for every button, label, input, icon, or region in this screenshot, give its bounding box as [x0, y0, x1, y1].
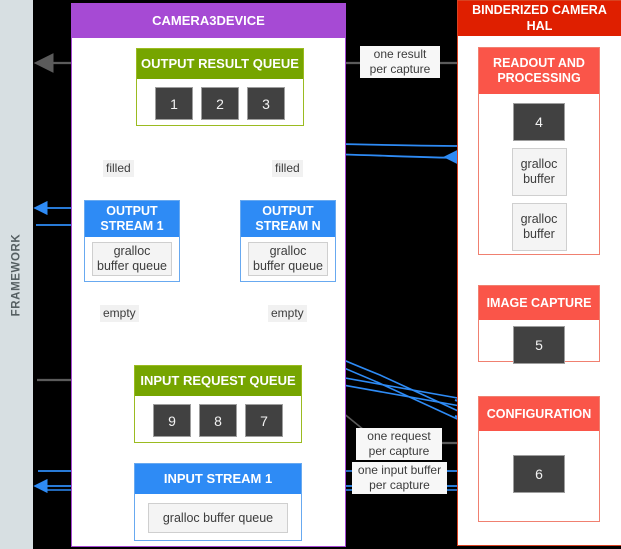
output-result-queue-title: OUTPUT RESULT QUEUE [137, 49, 303, 79]
filled-label-streamn: filled [272, 160, 303, 177]
hal-title-line1: BINDERIZED CAMERA [472, 2, 607, 17]
hal-title-line2: HAL [526, 18, 553, 33]
gralloc-buffer[interactable]: gralloc buffer [511, 148, 567, 196]
image-capture-title: IMAGE CAPTURE [479, 286, 599, 320]
configuration-body: 6 [479, 431, 599, 517]
output-stream-1-body: gralloc buffer queue [85, 237, 179, 281]
output-stream-n-title: OUTPUT STREAM N [241, 201, 335, 237]
empty-label-streamn: empty [268, 305, 307, 322]
input-request-queue-title: INPUT REQUEST QUEUE [135, 366, 301, 396]
queue-chip[interactable]: 3 [247, 87, 285, 120]
framework-label-text: FRAMEWORK [10, 233, 23, 316]
queue-chip[interactable]: 1 [155, 87, 193, 120]
configuration-title: CONFIGURATION [479, 397, 599, 431]
readout-title-line1: READOUT AND [493, 56, 585, 70]
image-capture-chip[interactable]: 5 [513, 326, 565, 364]
gralloc-line1: gralloc [113, 244, 151, 258]
image-capture-body: 5 [479, 320, 599, 370]
gralloc-buffer-queue[interactable]: gralloc buffer queue [92, 242, 172, 276]
output-result-queue-chips: 1 2 3 [137, 79, 303, 128]
readout-title-line2: PROCESSING [497, 71, 581, 85]
camera3device-title: CAMERA3DEVICE [72, 4, 345, 38]
annotation-line2: per capture [369, 478, 430, 492]
gralloc-line2: buffer queue [253, 259, 323, 273]
image-capture[interactable]: IMAGE CAPTURE 5 [478, 285, 600, 364]
gralloc-line2: buffer queue [97, 259, 167, 273]
output-stream-1[interactable]: OUTPUT STREAM 1 gralloc buffer queue [84, 200, 180, 282]
annotation-line1: one request [367, 429, 431, 443]
output-stream-n-title-line1: OUTPUT [262, 204, 314, 218]
filled-label-stream1: filled [103, 160, 134, 177]
readout-body: 4 gralloc buffer gralloc buffer [479, 94, 599, 251]
queue-chip[interactable]: 8 [199, 404, 237, 437]
annotation-one-request-per-capture: one request per capture [356, 428, 442, 460]
readout-and-processing[interactable]: READOUT AND PROCESSING 4 gralloc buffer … [478, 47, 600, 255]
configuration-chip[interactable]: 6 [513, 455, 565, 493]
output-stream-n-title-line2: STREAM N [255, 219, 321, 233]
gralloc-line1: gralloc [520, 157, 558, 171]
readout-chip[interactable]: 4 [513, 103, 565, 141]
queue-chip[interactable]: 9 [153, 404, 191, 437]
output-stream-n-body: gralloc buffer queue [241, 237, 335, 281]
input-stream-1-body: gralloc buffer queue [135, 494, 301, 542]
gralloc-line1: gralloc [269, 244, 307, 258]
output-result-queue[interactable]: OUTPUT RESULT QUEUE 1 2 3 [136, 48, 304, 126]
annotation-line1: one result [373, 47, 427, 61]
readout-title: READOUT AND PROCESSING [479, 48, 599, 94]
input-request-queue[interactable]: INPUT REQUEST QUEUE 9 8 7 [134, 365, 302, 443]
input-request-queue-chips: 9 8 7 [135, 396, 301, 445]
output-stream-1-title-line1: OUTPUT [106, 204, 158, 218]
annotation-line2: per capture [369, 62, 431, 76]
gralloc-line2: buffer [523, 227, 555, 241]
gralloc-line2: buffer [523, 172, 555, 186]
queue-chip[interactable]: 7 [245, 404, 283, 437]
annotation-line1: one input buffer [357, 463, 442, 477]
framework-label: FRAMEWORK [0, 0, 33, 549]
input-stream-1-title: INPUT STREAM 1 [135, 464, 301, 494]
annotation-line2: per capture [368, 444, 430, 458]
output-stream-n[interactable]: OUTPUT STREAM N gralloc buffer queue [240, 200, 336, 282]
annotation-one-result-per-capture: one result per capture [360, 46, 440, 78]
empty-label-stream1: empty [100, 305, 139, 322]
gralloc-line1: gralloc [520, 212, 558, 226]
input-stream-1[interactable]: INPUT STREAM 1 gralloc buffer queue [134, 463, 302, 541]
output-stream-1-title-line2: STREAM 1 [100, 219, 164, 233]
gralloc-buffer[interactable]: gralloc buffer [511, 203, 567, 251]
queue-chip[interactable]: 2 [201, 87, 239, 120]
hal-title: BINDERIZED CAMERA HAL [458, 1, 621, 36]
gralloc-buffer-queue[interactable]: gralloc buffer queue [148, 503, 288, 533]
output-stream-1-title: OUTPUT STREAM 1 [85, 201, 179, 237]
gralloc-buffer-queue[interactable]: gralloc buffer queue [248, 242, 328, 276]
diagram-canvas: FRAMEWORK CAMERA3DEVICE OUTPUT RESULT QU… [0, 0, 621, 549]
configuration[interactable]: CONFIGURATION 6 [478, 396, 600, 522]
annotation-one-input-buffer-per-capture: one input buffer per capture [352, 462, 447, 494]
